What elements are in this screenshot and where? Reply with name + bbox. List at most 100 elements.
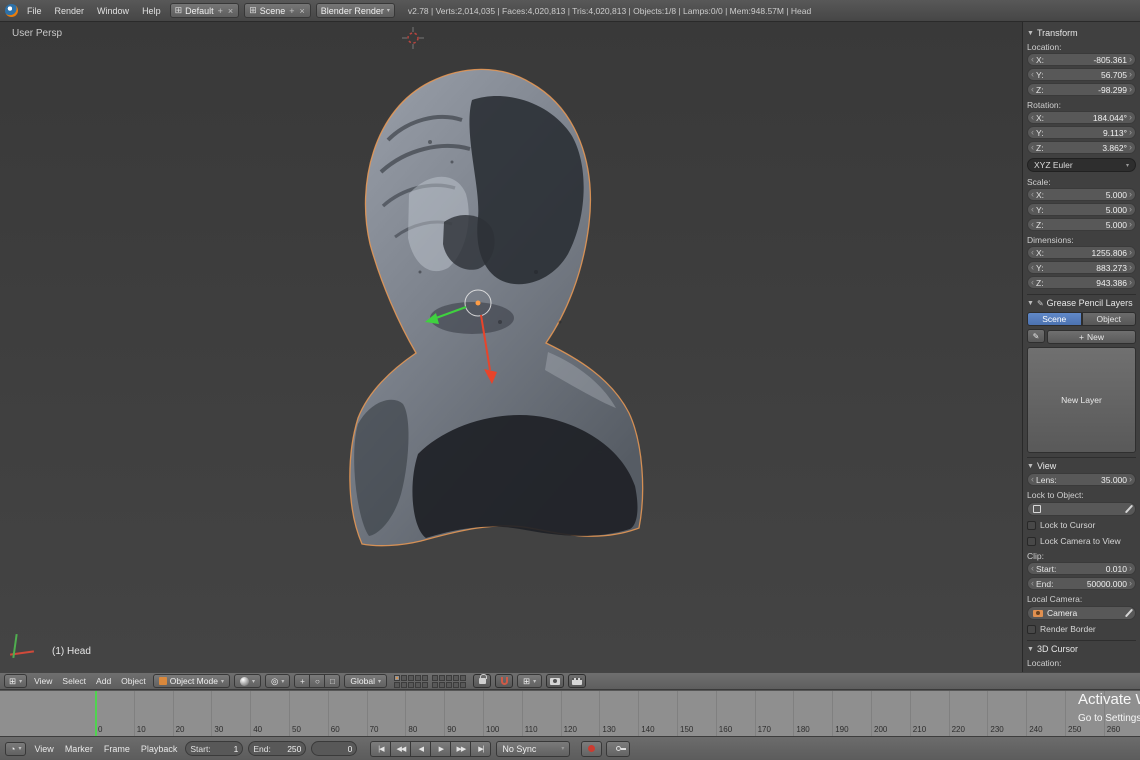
manipulator-rotate-button[interactable]: ○: [309, 674, 325, 688]
add-layout-button[interactable]: +: [217, 6, 224, 16]
location-y-field[interactable]: ‹ Y: 56.705 ›: [1027, 68, 1136, 81]
rotation-mode-select[interactable]: XYZ Euler ▾: [1027, 158, 1136, 172]
menu-select[interactable]: Select: [59, 676, 89, 686]
timeline-editor-type-button[interactable]: ◔ ▾: [5, 742, 26, 756]
decrement-arrow-icon[interactable]: ‹: [1031, 205, 1034, 214]
decrement-arrow-icon[interactable]: ‹: [1031, 55, 1034, 64]
dimensions-y-field[interactable]: ‹ Y: 883.273 ›: [1027, 261, 1136, 274]
collapse-triangle-icon[interactable]: ▼: [1027, 463, 1034, 470]
current-frame-field[interactable]: 0: [311, 741, 357, 756]
panel-view-header[interactable]: ▼ View: [1027, 457, 1136, 473]
increment-arrow-icon[interactable]: ›: [1129, 475, 1132, 484]
decrement-arrow-icon[interactable]: ‹: [1031, 579, 1034, 588]
layer-cell[interactable]: [453, 682, 459, 688]
layer-cell[interactable]: [401, 682, 407, 688]
jump-to-start-button[interactable]: |◀: [370, 741, 391, 757]
scene-selector[interactable]: ⊞ Scene + ×: [244, 3, 311, 18]
manipulator-scale-button[interactable]: □: [324, 674, 340, 688]
layer-cell[interactable]: [439, 675, 445, 681]
dimensions-x-field[interactable]: ‹ X: 1255.806 ›: [1027, 246, 1136, 259]
layer-cell[interactable]: [415, 682, 421, 688]
increment-arrow-icon[interactable]: ›: [1129, 248, 1132, 257]
decrement-arrow-icon[interactable]: ‹: [1031, 220, 1034, 229]
menu-view[interactable]: View: [31, 744, 56, 754]
frame-start-field[interactable]: Start: 1: [185, 741, 243, 756]
layer-cell[interactable]: [415, 675, 421, 681]
mode-select[interactable]: Object Mode ▾: [153, 674, 230, 688]
layer-cell[interactable]: [394, 675, 400, 681]
gp-object-tab[interactable]: Object: [1082, 312, 1137, 326]
eyedropper-icon[interactable]: [1125, 505, 1133, 514]
layer-cell[interactable]: [401, 675, 407, 681]
lock-to-cursor-checkbox[interactable]: Lock to Cursor: [1027, 520, 1136, 530]
panel-grease-pencil-header[interactable]: ▼ ✎ Grease Pencil Layers: [1027, 294, 1136, 310]
viewport-3d[interactable]: User Persp (1) Head: [0, 22, 1140, 672]
increment-arrow-icon[interactable]: ›: [1129, 263, 1132, 272]
decrement-arrow-icon[interactable]: ‹: [1031, 128, 1034, 137]
decrement-arrow-icon[interactable]: ‹: [1031, 113, 1034, 122]
increment-arrow-icon[interactable]: ›: [1129, 190, 1132, 199]
add-scene-button[interactable]: +: [288, 6, 295, 16]
orientation-select[interactable]: Global ▾: [344, 674, 387, 688]
render-border-checkbox[interactable]: Render Border: [1027, 624, 1136, 634]
menu-object[interactable]: Object: [118, 676, 149, 686]
gp-datablock-browse-button[interactable]: ✎: [1027, 329, 1045, 343]
menu-view[interactable]: View: [31, 676, 55, 686]
increment-arrow-icon[interactable]: ›: [1129, 85, 1132, 94]
lock-object-field[interactable]: [1027, 502, 1136, 516]
layer-cell[interactable]: [446, 675, 452, 681]
layer-cell[interactable]: [422, 682, 428, 688]
snap-element-select[interactable]: ⊞ ▾: [517, 674, 542, 688]
increment-arrow-icon[interactable]: ›: [1129, 278, 1132, 287]
decrement-arrow-icon[interactable]: ‹: [1031, 85, 1034, 94]
panel-3d-cursor-header[interactable]: ▼ 3D Cursor: [1027, 640, 1136, 656]
decrement-arrow-icon[interactable]: ‹: [1031, 263, 1034, 272]
new-layer-button[interactable]: New Layer: [1027, 347, 1136, 453]
frame-end-field[interactable]: End: 250: [248, 741, 306, 756]
gp-scene-tab[interactable]: Scene: [1027, 312, 1082, 326]
layer-cell[interactable]: [460, 675, 466, 681]
opengl-render-image-button[interactable]: [546, 674, 564, 688]
decrement-arrow-icon[interactable]: ‹: [1031, 248, 1034, 257]
menu-render[interactable]: Render: [51, 6, 89, 16]
collapse-triangle-icon[interactable]: ▼: [1027, 30, 1034, 37]
decrement-arrow-icon[interactable]: ‹: [1031, 190, 1034, 199]
prev-keyframe-button[interactable]: ◀◀: [390, 741, 411, 757]
decrement-arrow-icon[interactable]: ‹: [1031, 70, 1034, 79]
scale-y-field[interactable]: ‹ Y: 5.000 ›: [1027, 203, 1136, 216]
pivot-select[interactable]: ◎ ▾: [265, 674, 290, 688]
render-engine-select[interactable]: Blender Render ▾: [316, 3, 395, 18]
menu-add[interactable]: Add: [93, 676, 114, 686]
layer-cell[interactable]: [453, 675, 459, 681]
timeline-ruler[interactable]: 0102030405060708090100110120130140150160…: [0, 690, 1140, 736]
layer-cell[interactable]: [446, 682, 452, 688]
screen-layout-selector[interactable]: ⊞ Default + ×: [170, 3, 240, 18]
lens-field[interactable]: ‹ Lens: 35.000 ›: [1027, 473, 1136, 486]
browse-scene-icon[interactable]: ⊞: [249, 5, 257, 16]
viewport-canvas[interactable]: [0, 22, 1022, 672]
av-sync-select[interactable]: No Sync ▾: [496, 741, 570, 757]
rotation-x-field[interactable]: ‹ X: 184.044° ›: [1027, 111, 1136, 124]
layer-cell[interactable]: [408, 682, 414, 688]
location-z-field[interactable]: ‹ Z: -98.299 ›: [1027, 83, 1136, 96]
eyedropper-icon[interactable]: [1125, 609, 1133, 618]
snap-toggle-button[interactable]: [495, 674, 513, 688]
increment-arrow-icon[interactable]: ›: [1129, 579, 1132, 588]
layer-cell[interactable]: [460, 682, 466, 688]
jump-to-end-button[interactable]: ▶|: [470, 741, 491, 757]
panel-transform-header[interactable]: ▼ Transform: [1027, 25, 1136, 40]
delete-layout-button[interactable]: ×: [227, 6, 234, 16]
increment-arrow-icon[interactable]: ›: [1129, 55, 1132, 64]
viewport-shading-select[interactable]: ▾: [234, 674, 261, 688]
gp-new-button[interactable]: + New: [1047, 330, 1136, 344]
menu-playback[interactable]: Playback: [138, 744, 181, 754]
menu-marker[interactable]: Marker: [62, 744, 96, 754]
playhead[interactable]: [95, 691, 97, 736]
decrement-arrow-icon[interactable]: ‹: [1031, 475, 1034, 484]
scale-z-field[interactable]: ‹ Z: 5.000 ›: [1027, 218, 1136, 231]
play-button[interactable]: ▶: [430, 741, 451, 757]
menu-file[interactable]: File: [23, 6, 46, 16]
manipulator-translate-button[interactable]: +: [294, 674, 310, 688]
decrement-arrow-icon[interactable]: ‹: [1031, 278, 1034, 287]
layer-cell[interactable]: [422, 675, 428, 681]
